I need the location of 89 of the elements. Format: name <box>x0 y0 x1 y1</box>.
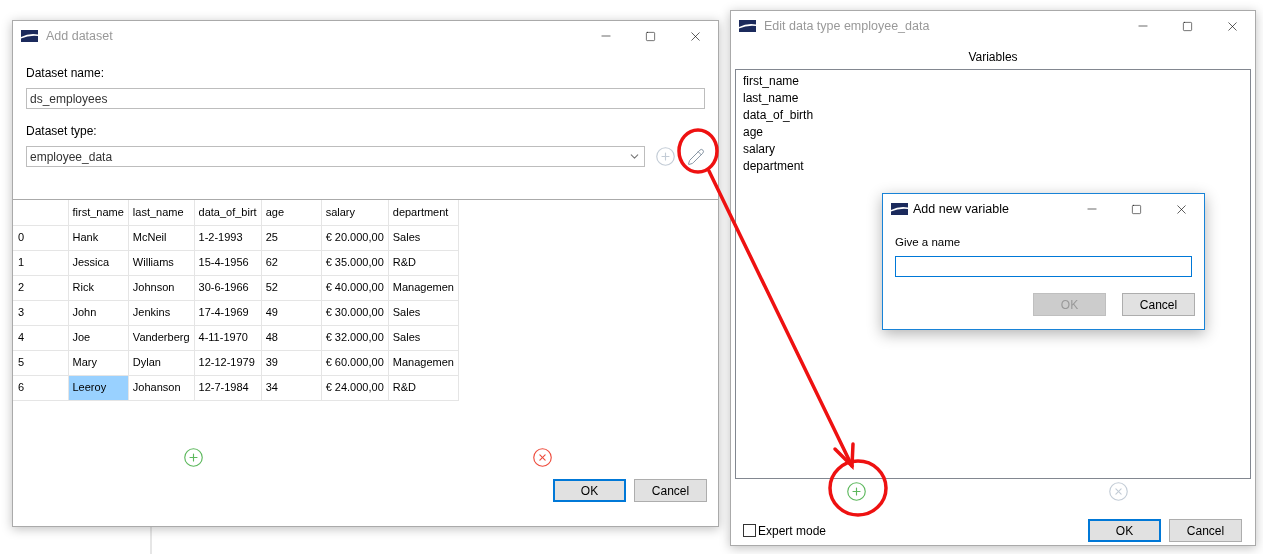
field-label: Give a name <box>895 235 962 250</box>
annotation-circle <box>677 128 719 174</box>
table-cell: Mary <box>68 350 129 375</box>
maximize-icon <box>1131 203 1142 215</box>
window-title: Add new variable <box>913 200 1009 218</box>
add-icon[interactable] <box>182 447 204 468</box>
column-header[interactable]: first_name <box>68 200 129 225</box>
checkbox-label: Expert mode <box>758 522 827 540</box>
row-header[interactable]: 6 <box>13 375 68 400</box>
table-cell: 52 <box>261 275 322 300</box>
row-header[interactable]: 5 <box>13 350 68 375</box>
table-cell: R&D <box>388 250 459 275</box>
column-header[interactable]: department <box>388 200 459 225</box>
table-cell: € 30.000,00 <box>321 300 389 325</box>
table-cell: 30-6-1966 <box>194 275 262 300</box>
list-item[interactable]: age <box>743 124 1243 141</box>
table-cell: Johanson <box>128 375 195 400</box>
column-header[interactable]: data_of_birt <box>194 200 262 225</box>
list-title: Variables <box>968 49 1018 66</box>
table-cell: Williams <box>128 250 195 275</box>
table-cell: 34 <box>261 375 322 400</box>
list-item[interactable]: last_name <box>743 90 1243 107</box>
maximize-icon <box>645 30 656 42</box>
table-cell: Joe <box>68 325 129 350</box>
table-cell: € 32.000,00 <box>321 325 389 350</box>
table-cell: Sales <box>388 225 459 250</box>
list-item[interactable]: department <box>743 158 1243 175</box>
window-title: Edit data type employee_data <box>764 17 930 35</box>
column-header[interactable]: salary <box>321 200 389 225</box>
field-label: Dataset name: <box>26 65 106 82</box>
table-cell: Vanderberg <box>128 325 195 350</box>
list-item[interactable]: salary <box>743 141 1243 158</box>
table-cell: 1-2-1993 <box>194 225 262 250</box>
table-cell: Hank <box>68 225 129 250</box>
dialog-button[interactable]: Cancel <box>1169 519 1242 542</box>
dialog-button[interactable]: Cancel <box>634 479 707 502</box>
table-cell: 12-7-1984 <box>194 375 262 400</box>
maximize-icon <box>1182 20 1193 32</box>
name-field[interactable]: ds_employees <box>26 88 705 109</box>
app-logo-icon <box>21 30 38 42</box>
window-title: Add dataset <box>46 27 113 45</box>
type-dropdown[interactable]: employee_data <box>26 146 645 167</box>
column-header[interactable]: last_name <box>128 200 195 225</box>
column-header[interactable]: age <box>261 200 322 225</box>
table-cell: R&D <box>388 375 459 400</box>
table-cell: 39 <box>261 350 322 375</box>
table-cell: € 24.000,00 <box>321 375 389 400</box>
list-item[interactable]: data_of_birth <box>743 107 1243 124</box>
table-cell: € 35.000,00 <box>321 250 389 275</box>
app-logo-icon <box>739 20 756 32</box>
table-cell: € 40.000,00 <box>321 275 389 300</box>
row-header[interactable]: 1 <box>13 250 68 275</box>
table-cell: € 20.000,00 <box>321 225 389 250</box>
row-header[interactable]: 4 <box>13 325 68 350</box>
app-logo-icon <box>891 203 908 215</box>
dialog-button[interactable]: OK <box>1088 519 1161 542</box>
table-cell: Sales <box>388 300 459 325</box>
table-cell: 25 <box>261 225 322 250</box>
row-header[interactable]: 2 <box>13 275 68 300</box>
name-input-field[interactable] <box>895 256 1192 278</box>
field-label: Dataset type: <box>26 123 98 140</box>
table-cell: 48 <box>261 325 322 350</box>
table-cell: Rick <box>68 275 129 300</box>
table-cell: Jessica <box>68 250 129 275</box>
table-cell: € 60.000,00 <box>321 350 389 375</box>
list-item[interactable]: first_name <box>743 73 1243 90</box>
table-cell: 4-11-1970 <box>194 325 262 350</box>
remove-icon[interactable] <box>531 447 553 468</box>
dialog-button[interactable]: Cancel <box>1122 293 1195 317</box>
table-cell: 12-12-1979 <box>194 350 262 375</box>
checkbox[interactable] <box>743 524 756 537</box>
table-cell: Dylan <box>128 350 195 375</box>
table-cell: Managemen <box>388 275 459 300</box>
dialog-button[interactable]: OK <box>553 479 626 502</box>
table-cell: McNeil <box>128 225 195 250</box>
table-cell: Sales <box>388 325 459 350</box>
table-cell: 62 <box>261 250 322 275</box>
row-header[interactable]: 0 <box>13 225 68 250</box>
table-cell: Johnson <box>128 275 195 300</box>
table-cell: 17-4-1969 <box>194 300 262 325</box>
pencil-icon[interactable] <box>687 147 705 166</box>
table-cell: Jenkins <box>128 300 195 325</box>
table-cell: Managemen <box>388 350 459 375</box>
table-cell: 15-4-1956 <box>194 250 262 275</box>
table-cell: 49 <box>261 300 322 325</box>
row-header[interactable]: 3 <box>13 300 68 325</box>
annotation-circle <box>828 459 888 517</box>
table-cell: John <box>68 300 129 325</box>
add-icon[interactable] <box>846 481 867 502</box>
